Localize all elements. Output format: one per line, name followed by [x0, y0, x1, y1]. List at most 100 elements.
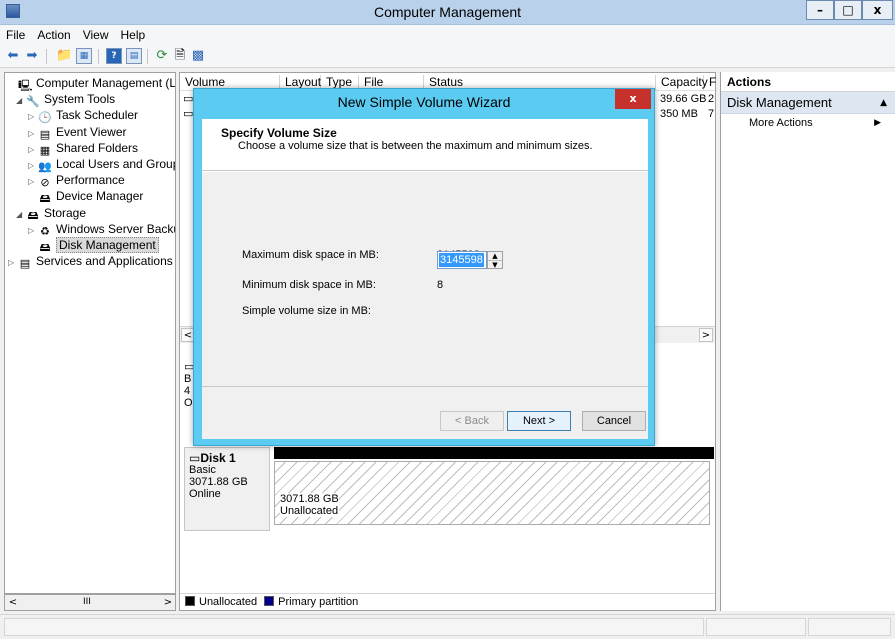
backup-icon: ♻: [40, 224, 50, 238]
legend: Unallocated Primary partition: [180, 593, 715, 610]
tree-item-label: Event Viewer: [56, 124, 127, 139]
tree-item[interactable]: ▷ ▤ Services and Applications: [8, 253, 173, 271]
next-button[interactable]: Next >: [507, 411, 571, 431]
computer-management-icon: 🖳: [18, 79, 33, 92]
system-tools-icon: 🔧: [26, 95, 40, 109]
expand-arrow-icon[interactable]: ◢: [16, 93, 26, 109]
actions-header: Actions: [721, 72, 895, 92]
legend-unallocated: Unallocated: [199, 596, 258, 608]
performance-icon: ⊘: [40, 176, 50, 190]
disk-1-label[interactable]: ▭Disk 1 Basic 3071.88 GB Online: [184, 447, 270, 531]
unallocated-swatch: [185, 596, 195, 606]
forward-arrow-icon[interactable]: ➡: [24, 48, 40, 64]
volume-icon: ▭: [183, 107, 194, 120]
services-icon: ▤: [19, 257, 31, 271]
free-space-cell: 7: [708, 108, 715, 120]
wizard-body: Specify Volume Size Choose a volume size…: [202, 119, 648, 439]
tree-item-label: System Tools: [44, 92, 116, 107]
wizard-heading: Specify Volume Size: [221, 126, 337, 140]
more-actions-label: More Actions: [749, 117, 813, 129]
up-folder-icon[interactable]: 📁: [56, 48, 72, 64]
expand-arrow-icon[interactable]: ▷: [8, 255, 18, 271]
task-scheduler-icon: 🕒: [38, 111, 52, 125]
tree-item-label: Performance: [56, 173, 125, 188]
users-icon: 👥: [38, 160, 52, 173]
spin-down-icon[interactable]: ▼: [488, 260, 502, 269]
tree-item-label: Device Manager: [56, 189, 144, 204]
volume-size-spinner[interactable]: ▲ ▼: [487, 251, 503, 269]
disk-icon: ▭: [189, 451, 201, 465]
help-icon[interactable]: ?: [106, 48, 122, 64]
tree-item-label: Shared Folders: [56, 140, 139, 155]
collapse-arrow-icon[interactable]: ▲: [880, 92, 887, 114]
tree-item[interactable]: ◢ 🖴 Storage: [16, 205, 86, 223]
shared-folders-icon: ▦: [39, 143, 51, 157]
disk-1-size: 3071.88 GB: [189, 476, 248, 488]
event-viewer-icon: ▤: [39, 127, 51, 141]
menu-bar: File Action View Help: [0, 25, 895, 44]
min-space-label: Minimum disk space in MB:: [242, 279, 376, 291]
minimize-button[interactable]: –: [806, 0, 834, 20]
tree-item[interactable]: ▷ 🕒 Task Scheduler: [28, 107, 138, 125]
volume-size-label: Simple volume size in MB:: [242, 305, 371, 317]
scroll-right-arrow-icon[interactable]: >: [699, 328, 713, 342]
window-title: Computer Management: [373, 4, 522, 20]
wizard-close-button[interactable]: x: [615, 89, 651, 109]
tree-item[interactable]: 🖳Computer Management (Local: [8, 75, 176, 92]
toolbar-separator: [147, 49, 148, 64]
maximize-button[interactable]: □: [834, 0, 862, 20]
more-actions-item[interactable]: More Actions ▶: [721, 114, 895, 132]
wizard-header: Specify Volume Size Choose a volume size…: [202, 119, 648, 171]
actions-pane: Actions Disk Management ▲ More Actions ▶: [720, 72, 895, 611]
spin-up-icon[interactable]: ▲: [488, 252, 502, 260]
tree-item[interactable]: ▷ ♻ Windows Server Backup: [28, 221, 175, 238]
tree-item[interactable]: ▷ 👥 Local Users and Groups: [28, 156, 176, 173]
disk-view-icon[interactable]: ▩: [190, 48, 206, 64]
tree-item[interactable]: 🖴 Device Manager: [28, 188, 144, 206]
properties-icon[interactable]: ▤: [126, 48, 142, 64]
menu-help[interactable]: Help: [115, 25, 152, 42]
device-manager-icon: 🖴: [39, 192, 51, 206]
tree-item[interactable]: ◢ 🔧 System Tools: [16, 91, 116, 109]
actions-section-label: Disk Management: [727, 95, 832, 110]
properties-sheet-icon[interactable]: 🗎: [172, 48, 188, 64]
free-space-cell: 2: [708, 93, 715, 105]
wizard-content: Maximum disk space in MB: 3145598 Minimu…: [202, 172, 648, 386]
unallocated-partition[interactable]: 3071.88 GB Unallocated: [274, 461, 710, 525]
new-simple-volume-wizard: New Simple Volume Wizard x Specify Volum…: [193, 88, 655, 446]
menu-file[interactable]: File: [0, 25, 31, 42]
close-button[interactable]: x: [862, 0, 893, 20]
toolbar: ⬅ ➡ 📁 ▦ ? ▤ ⟳ 🗎 ▩: [0, 44, 895, 68]
back-arrow-icon[interactable]: ⬅: [5, 48, 21, 64]
volume-size-input[interactable]: 3145598: [437, 251, 487, 269]
show-hide-tree-icon[interactable]: ▦: [76, 48, 92, 64]
refresh-icon[interactable]: ⟳: [154, 48, 170, 64]
tree-horizontal-scrollbar[interactable]: < III >: [4, 594, 176, 611]
tree-item-label: Disk Management: [56, 237, 159, 253]
cancel-button[interactable]: Cancel: [582, 411, 646, 431]
menu-view[interactable]: View: [77, 25, 115, 42]
tree-item[interactable]: ▷ ⊘ Performance: [28, 172, 125, 190]
column-free-space[interactable]: F: [704, 75, 716, 91]
tree-item[interactable]: ▷ ▤ Event Viewer: [28, 124, 127, 141]
scroll-right-arrow-icon[interactable]: >: [161, 596, 175, 609]
scrollbar-thumb-grip-icon[interactable]: III: [83, 596, 91, 609]
back-button[interactable]: < Back: [440, 411, 504, 431]
volume-size-value[interactable]: 3145598: [439, 253, 484, 267]
submenu-arrow-icon: ▶: [874, 118, 881, 128]
actions-section-disk-management[interactable]: Disk Management ▲: [721, 92, 895, 114]
tree-item-label: Services and Applications: [36, 254, 173, 269]
expand-arrow-icon[interactable]: ◢: [16, 207, 26, 223]
disk-1-status: Online: [189, 488, 221, 500]
tree-item-label: Local Users and Groups: [56, 157, 176, 171]
disk-1-name: Disk 1: [200, 451, 236, 465]
scroll-left-arrow-icon[interactable]: <: [6, 596, 20, 609]
capacity-cell: 350 MB: [660, 108, 698, 120]
tree-item-label: Computer Management (Local: [36, 76, 176, 90]
tree-item[interactable]: ▷ ▦ Shared Folders: [28, 140, 139, 157]
menu-action[interactable]: Action: [31, 25, 76, 42]
tree-item[interactable]: 🖴 Disk Management: [28, 237, 159, 254]
status-segment: [706, 618, 806, 636]
disk-1-type: Basic: [189, 464, 216, 476]
column-capacity[interactable]: Capacity: [656, 75, 708, 91]
